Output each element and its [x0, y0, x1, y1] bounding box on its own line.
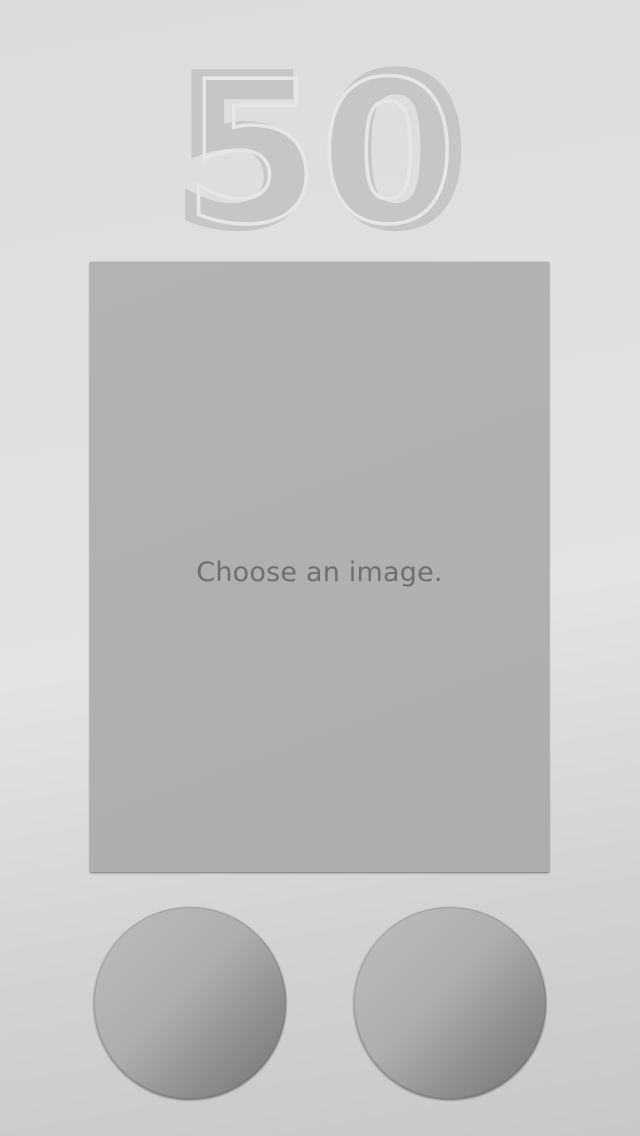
image-picker-card[interactable]: Choose an image.: [90, 262, 549, 872]
logo-graphic: 50 50: [170, 40, 470, 250]
right-round-button[interactable]: [354, 907, 546, 1099]
choose-image-label: Choose an image.: [196, 557, 443, 588]
left-round-button[interactable]: [94, 907, 286, 1099]
logo-inline-outline: 50: [183, 40, 456, 250]
app-logo: 50 50: [0, 40, 640, 250]
